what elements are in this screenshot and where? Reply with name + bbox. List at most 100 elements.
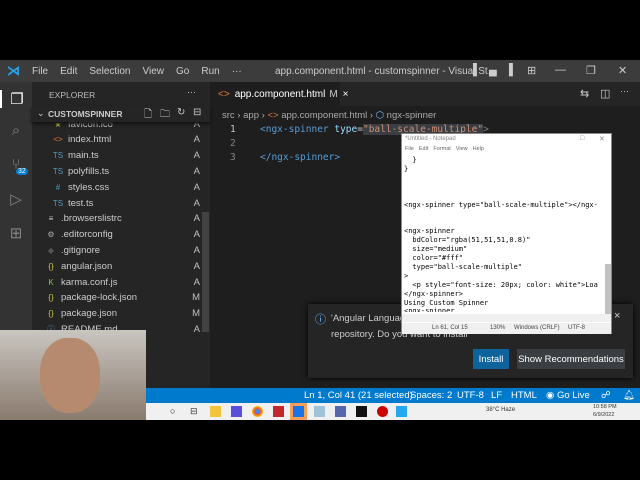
app-icon-2[interactable]: [314, 406, 325, 417]
file-type-icon: TS: [52, 198, 64, 208]
file-name: index.html: [68, 134, 112, 146]
breadcrumb-src[interactable]: src: [222, 110, 235, 121]
weather[interactable]: 38°C Haze: [486, 407, 515, 413]
more-actions-icon[interactable]: ···: [620, 86, 629, 96]
restore-button[interactable]: ❐: [586, 64, 596, 77]
explorer-more-button[interactable]: ···: [187, 87, 196, 97]
notepad-maximize-icon[interactable]: □: [580, 135, 584, 142]
file-item[interactable]: <> index.html A: [32, 132, 210, 148]
window-title: app.component.html - customspinner - Vis…: [275, 66, 497, 77]
notepad-menu-view[interactable]: View: [456, 146, 468, 152]
tab-close-icon[interactable]: ×: [343, 89, 349, 100]
clock-time[interactable]: 10:58 PM: [593, 404, 617, 410]
file-item[interactable]: ≡ .browserslistrc A: [32, 211, 210, 227]
code-line-3[interactable]: </ngx-spinner>: [260, 152, 340, 163]
menu-more[interactable]: ···: [226, 66, 248, 77]
notepad-title: *Untitled - Notepad: [405, 136, 456, 142]
notepad-text[interactable]: } } <ngx-spinner type="ball-scale-multip…: [404, 156, 604, 312]
tab-app-component-html[interactable]: <> app.component.html M ×: [210, 82, 349, 106]
status-eol[interactable]: LF: [491, 390, 502, 401]
file-item[interactable]: {} angular.json A: [32, 258, 210, 274]
file-item[interactable]: # styles.css A: [32, 179, 210, 195]
chrome-icon[interactable]: [252, 406, 263, 417]
feedback-icon[interactable]: ☍: [601, 390, 611, 401]
notepad-eol: Windows (CRLF): [514, 325, 560, 331]
notepad-close-icon[interactable]: ✕: [599, 135, 605, 143]
extensions-icon[interactable]: ⊞: [7, 224, 25, 242]
collapse-all-icon[interactable]: ⊟: [193, 107, 201, 118]
notepad-hscrollbar[interactable]: [402, 314, 611, 322]
file-item[interactable]: ⚙ .editorconfig A: [32, 227, 210, 243]
notepad-window[interactable]: *Untitled - Notepad □ ✕ File Edit Format…: [401, 133, 612, 334]
file-item[interactable]: TS test.ts A: [32, 195, 210, 211]
settings-app-icon[interactable]: [290, 403, 307, 420]
show-recommendations-button[interactable]: Show Recommendations: [517, 349, 625, 369]
file-item[interactable]: ◆ .gitignore A: [32, 242, 210, 258]
file-item[interactable]: Kkarma.conf.js A: [32, 274, 210, 290]
file-item[interactable]: {} package-lock.json M: [32, 290, 210, 306]
notifications-icon[interactable]: 🔔︎: [623, 390, 635, 401]
toggle-sidebar-icon[interactable]: ▌: [473, 64, 481, 76]
minimize-button[interactable]: —: [555, 64, 566, 76]
toast-close-icon[interactable]: ×: [614, 310, 620, 322]
webcam-person: [40, 338, 100, 413]
git-status: A: [193, 181, 200, 193]
menu-go[interactable]: Go: [170, 66, 195, 77]
vscode-taskbar-icon[interactable]: [396, 406, 407, 417]
notepad-menu-edit[interactable]: Edit: [419, 146, 428, 152]
toggle-secondary-sidebar-icon[interactable]: ▐: [505, 64, 513, 76]
breadcrumb-file[interactable]: app.component.html: [281, 110, 367, 121]
refresh-icon[interactable]: ↻: [177, 107, 185, 118]
notepad-scrollbar[interactable]: [605, 264, 611, 314]
git-status: A: [193, 244, 200, 256]
customize-layout-icon[interactable]: ⊞: [527, 64, 536, 77]
split-editor-icon[interactable]: ◫: [600, 87, 610, 100]
toggle-panel-icon[interactable]: ▄: [489, 64, 497, 76]
new-folder-icon[interactable]: 🗀: [160, 107, 170, 124]
search-taskbar-icon[interactable]: ○: [170, 406, 175, 416]
breadcrumb-symbol[interactable]: ngx-spinner: [387, 110, 437, 121]
recorder-icon[interactable]: [377, 406, 388, 417]
notepad-menu-file[interactable]: File: [405, 146, 414, 152]
file-explorer-icon[interactable]: [210, 406, 221, 417]
status-go-live[interactable]: Go Live: [557, 390, 590, 401]
tab-label: app.component.html: [234, 88, 326, 100]
app-icon[interactable]: [231, 406, 242, 417]
file-item[interactable]: TS main.ts A: [32, 148, 210, 164]
line-number: 3: [230, 152, 236, 163]
task-view-icon[interactable]: ⊟: [190, 406, 198, 417]
status-spaces[interactable]: Spaces: 2: [410, 390, 452, 401]
search-icon[interactable]: ⌕: [7, 122, 25, 140]
open-changes-icon[interactable]: ⇆: [580, 87, 589, 100]
git-status: A: [193, 229, 200, 241]
file-item[interactable]: TS polyfills.ts A: [32, 163, 210, 179]
status-encoding[interactable]: UTF-8: [457, 390, 484, 401]
clock-date[interactable]: 6/9/2022: [593, 412, 614, 418]
menu-view[interactable]: View: [137, 66, 171, 77]
filezilla-icon[interactable]: [273, 406, 284, 417]
notepad-cursor: Ln 61, Col 15: [432, 325, 468, 331]
file-name: .gitignore: [61, 244, 101, 256]
install-button[interactable]: Install: [473, 349, 509, 369]
menu-selection[interactable]: Selection: [83, 66, 136, 77]
folder-name: CUSTOMSPINNER: [48, 109, 123, 119]
file-item[interactable]: {} package.json M: [32, 306, 210, 322]
status-cursor[interactable]: Ln 1, Col 41 (21 selected): [304, 390, 413, 401]
breadcrumb-app[interactable]: app: [243, 110, 259, 121]
sidebar-scrollbar[interactable]: [202, 212, 209, 332]
menu-edit[interactable]: Edit: [54, 66, 83, 77]
notepad-menu-help[interactable]: Help: [473, 146, 484, 152]
broadcast-icon: ◉: [546, 390, 555, 401]
app-icon-3[interactable]: [335, 406, 346, 417]
status-language[interactable]: HTML: [511, 390, 537, 401]
terminal-icon[interactable]: [356, 406, 367, 417]
line-number: 2: [230, 138, 236, 149]
folder-header[interactable]: ⌄ CUSTOMSPINNER 🗋 🗀 ↻ ⊟: [32, 106, 210, 122]
notepad-menu-format[interactable]: Format: [433, 146, 450, 152]
new-file-icon[interactable]: 🗋: [144, 107, 152, 124]
menu-file[interactable]: File: [26, 66, 54, 77]
menu-run[interactable]: Run: [195, 66, 225, 77]
explorer-icon[interactable]: ❐: [0, 90, 32, 108]
run-debug-icon[interactable]: ▷: [7, 190, 25, 208]
close-button[interactable]: ✕: [618, 64, 627, 77]
